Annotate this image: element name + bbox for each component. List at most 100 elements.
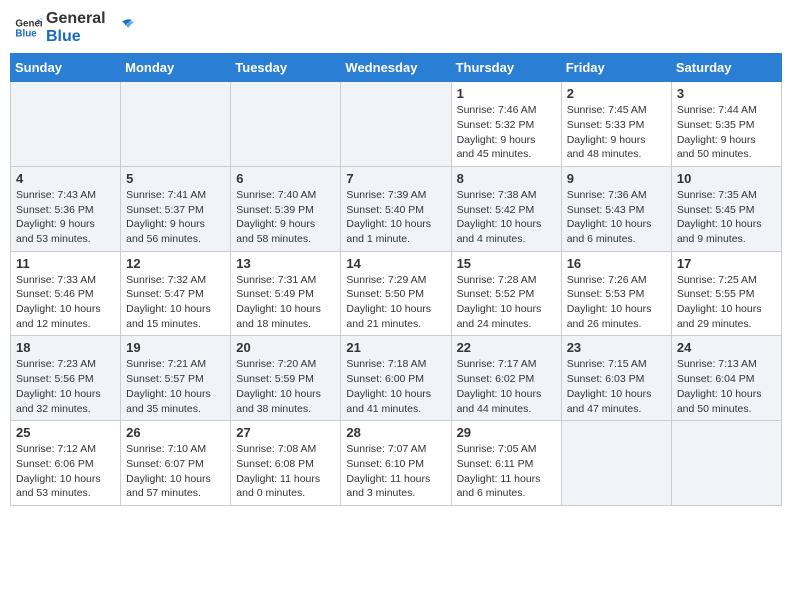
header-day-tuesday: Tuesday (231, 54, 341, 82)
calendar-cell: 10 Sunrise: 7:35 AM Sunset: 5:45 PM Dayli… (671, 166, 781, 251)
calendar-cell: 18 Sunrise: 7:23 AM Sunset: 5:56 PM Dayli… (11, 336, 121, 421)
calendar-cell: 6 Sunrise: 7:40 AM Sunset: 5:39 PM Daylig… (231, 166, 341, 251)
day-number: 17 (677, 256, 776, 271)
calendar-cell: 14 Sunrise: 7:29 AM Sunset: 5:50 PM Dayli… (341, 251, 451, 336)
page-header: General Blue General Blue (10, 10, 782, 45)
day-info: Sunrise: 7:35 AM Sunset: 5:45 PM Dayligh… (677, 188, 776, 247)
day-info: Sunrise: 7:31 AM Sunset: 5:49 PM Dayligh… (236, 273, 335, 332)
day-number: 5 (126, 171, 225, 186)
day-number: 10 (677, 171, 776, 186)
day-number: 27 (236, 425, 335, 440)
calendar-cell: 19 Sunrise: 7:21 AM Sunset: 5:57 PM Dayli… (121, 336, 231, 421)
day-number: 16 (567, 256, 666, 271)
calendar-cell: 15 Sunrise: 7:28 AM Sunset: 5:52 PM Dayli… (451, 251, 561, 336)
calendar-body: 1Sunrise: 7:46 AM Sunset: 5:32 PM Daylig… (11, 82, 782, 506)
calendar-cell: 28 Sunrise: 7:07 AM Sunset: 6:10 PM Dayli… (341, 421, 451, 506)
calendar-cell: 16 Sunrise: 7:26 AM Sunset: 5:53 PM Dayli… (561, 251, 671, 336)
calendar-cell: 1Sunrise: 7:46 AM Sunset: 5:32 PM Daylig… (451, 82, 561, 167)
day-number: 26 (126, 425, 225, 440)
calendar-week-2: 11 Sunrise: 7:33 AM Sunset: 5:46 PM Dayli… (11, 251, 782, 336)
calendar-cell (121, 82, 231, 167)
day-info: Sunrise: 7:15 AM Sunset: 6:03 PM Dayligh… (567, 357, 666, 416)
day-number: 8 (457, 171, 556, 186)
day-info: Sunrise: 7:17 AM Sunset: 6:02 PM Dayligh… (457, 357, 556, 416)
calendar-cell: 22 Sunrise: 7:17 AM Sunset: 6:02 PM Dayli… (451, 336, 561, 421)
day-number: 15 (457, 256, 556, 271)
logo-icon: General Blue (14, 14, 42, 42)
day-number: 6 (236, 171, 335, 186)
day-info: Sunrise: 7:45 AM Sunset: 5:33 PM Dayligh… (567, 103, 666, 162)
day-info: Sunrise: 7:38 AM Sunset: 5:42 PM Dayligh… (457, 188, 556, 247)
day-info: Sunrise: 7:39 AM Sunset: 5:40 PM Dayligh… (346, 188, 445, 247)
day-info: Sunrise: 7:40 AM Sunset: 5:39 PM Dayligh… (236, 188, 335, 247)
calendar-cell: 25 Sunrise: 7:12 AM Sunset: 6:06 PM Dayli… (11, 421, 121, 506)
logo-general: General (46, 10, 106, 28)
calendar-week-1: 4Sunrise: 7:43 AM Sunset: 5:36 PM Daylig… (11, 166, 782, 251)
calendar-week-4: 25 Sunrise: 7:12 AM Sunset: 6:06 PM Dayli… (11, 421, 782, 506)
calendar-week-3: 18 Sunrise: 7:23 AM Sunset: 5:56 PM Dayli… (11, 336, 782, 421)
day-info: Sunrise: 7:33 AM Sunset: 5:46 PM Dayligh… (16, 273, 115, 332)
calendar-cell: 27 Sunrise: 7:08 AM Sunset: 6:08 PM Dayli… (231, 421, 341, 506)
day-info: Sunrise: 7:12 AM Sunset: 6:06 PM Dayligh… (16, 442, 115, 501)
day-number: 21 (346, 340, 445, 355)
day-info: Sunrise: 7:05 AM Sunset: 6:11 PM Dayligh… (457, 442, 556, 501)
day-number: 7 (346, 171, 445, 186)
calendar-cell: 2 Sunrise: 7:45 AM Sunset: 5:33 PM Daylig… (561, 82, 671, 167)
day-number: 20 (236, 340, 335, 355)
day-number: 25 (16, 425, 115, 440)
calendar-cell: 8 Sunrise: 7:38 AM Sunset: 5:42 PM Daylig… (451, 166, 561, 251)
day-number: 24 (677, 340, 776, 355)
calendar-cell: 23Sunrise: 7:15 AM Sunset: 6:03 PM Dayli… (561, 336, 671, 421)
day-info: Sunrise: 7:36 AM Sunset: 5:43 PM Dayligh… (567, 188, 666, 247)
header-day-friday: Friday (561, 54, 671, 82)
calendar-cell (341, 82, 451, 167)
logo: General Blue General Blue (14, 10, 134, 45)
svg-text:Blue: Blue (15, 28, 37, 39)
calendar-cell: 24 Sunrise: 7:13 AM Sunset: 6:04 PM Dayli… (671, 336, 781, 421)
day-info: Sunrise: 7:13 AM Sunset: 6:04 PM Dayligh… (677, 357, 776, 416)
calendar-cell: 26 Sunrise: 7:10 AM Sunset: 6:07 PM Dayli… (121, 421, 231, 506)
header-row: SundayMondayTuesdayWednesdayThursdayFrid… (11, 54, 782, 82)
day-number: 29 (457, 425, 556, 440)
header-day-monday: Monday (121, 54, 231, 82)
day-info: Sunrise: 7:28 AM Sunset: 5:52 PM Dayligh… (457, 273, 556, 332)
calendar-cell (231, 82, 341, 167)
day-number: 3 (677, 86, 776, 101)
header-day-saturday: Saturday (671, 54, 781, 82)
calendar-cell: 29 Sunrise: 7:05 AM Sunset: 6:11 PM Dayli… (451, 421, 561, 506)
day-info: Sunrise: 7:29 AM Sunset: 5:50 PM Dayligh… (346, 273, 445, 332)
calendar-cell: 17 Sunrise: 7:25 AM Sunset: 5:55 PM Dayli… (671, 251, 781, 336)
calendar-cell: 20 Sunrise: 7:20 AM Sunset: 5:59 PM Dayli… (231, 336, 341, 421)
calendar-cell: 5 Sunrise: 7:41 AM Sunset: 5:37 PM Daylig… (121, 166, 231, 251)
calendar-cell: 7 Sunrise: 7:39 AM Sunset: 5:40 PM Daylig… (341, 166, 451, 251)
logo-bird-icon (110, 18, 134, 38)
day-number: 2 (567, 86, 666, 101)
day-info: Sunrise: 7:21 AM Sunset: 5:57 PM Dayligh… (126, 357, 225, 416)
day-info: Sunrise: 7:25 AM Sunset: 5:55 PM Dayligh… (677, 273, 776, 332)
day-number: 18 (16, 340, 115, 355)
logo-blue: Blue (46, 28, 106, 46)
calendar-cell: 12Sunrise: 7:32 AM Sunset: 5:47 PM Dayli… (121, 251, 231, 336)
day-info: Sunrise: 7:32 AM Sunset: 5:47 PM Dayligh… (126, 273, 225, 332)
day-number: 11 (16, 256, 115, 271)
calendar-cell: 3 Sunrise: 7:44 AM Sunset: 5:35 PM Daylig… (671, 82, 781, 167)
day-number: 22 (457, 340, 556, 355)
day-number: 9 (567, 171, 666, 186)
day-info: Sunrise: 7:07 AM Sunset: 6:10 PM Dayligh… (346, 442, 445, 501)
day-number: 28 (346, 425, 445, 440)
calendar-cell: 21 Sunrise: 7:18 AM Sunset: 6:00 PM Dayli… (341, 336, 451, 421)
day-info: Sunrise: 7:10 AM Sunset: 6:07 PM Dayligh… (126, 442, 225, 501)
day-info: Sunrise: 7:23 AM Sunset: 5:56 PM Dayligh… (16, 357, 115, 416)
day-info: Sunrise: 7:18 AM Sunset: 6:00 PM Dayligh… (346, 357, 445, 416)
day-info: Sunrise: 7:44 AM Sunset: 5:35 PM Dayligh… (677, 103, 776, 162)
calendar-header: SundayMondayTuesdayWednesdayThursdayFrid… (11, 54, 782, 82)
day-info: Sunrise: 7:26 AM Sunset: 5:53 PM Dayligh… (567, 273, 666, 332)
calendar-table: SundayMondayTuesdayWednesdayThursdayFrid… (10, 53, 782, 506)
day-info: Sunrise: 7:41 AM Sunset: 5:37 PM Dayligh… (126, 188, 225, 247)
calendar-cell (561, 421, 671, 506)
header-day-sunday: Sunday (11, 54, 121, 82)
day-info: Sunrise: 7:20 AM Sunset: 5:59 PM Dayligh… (236, 357, 335, 416)
day-info: Sunrise: 7:08 AM Sunset: 6:08 PM Dayligh… (236, 442, 335, 501)
day-number: 19 (126, 340, 225, 355)
day-number: 14 (346, 256, 445, 271)
